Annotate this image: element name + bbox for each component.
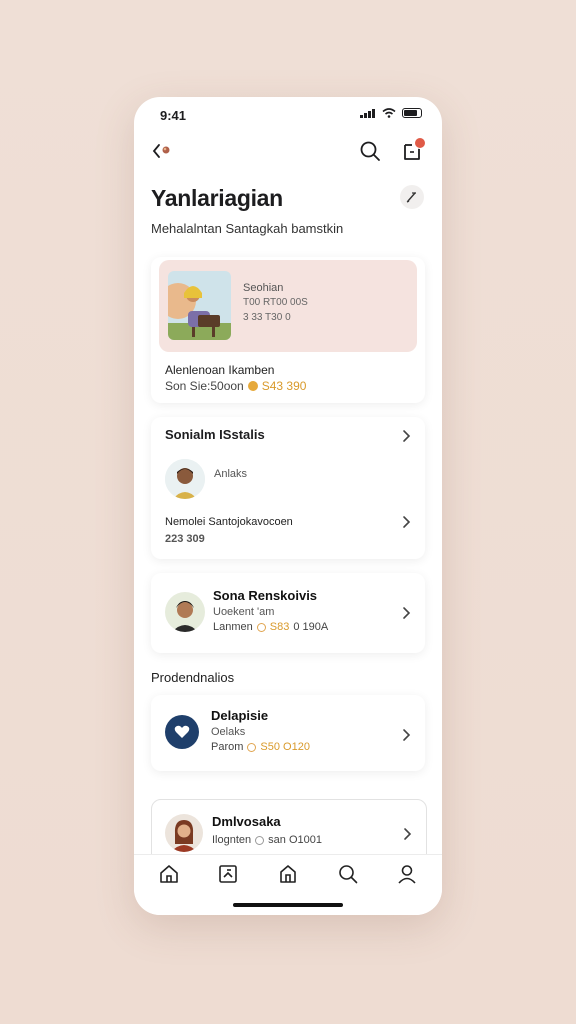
- coin-icon: [255, 835, 265, 845]
- featured-amount: S43 390: [261, 379, 307, 393]
- search-button[interactable]: [358, 139, 382, 163]
- coin-icon: [256, 622, 266, 632]
- heart-card[interactable]: Delapisie Oelaks Parom S50 O120: [151, 695, 425, 771]
- battery-icon: [402, 108, 422, 118]
- home-icon: [160, 865, 178, 883]
- chevron-right-icon: [403, 729, 411, 741]
- person-name: Sona Renskoivis: [213, 588, 318, 603]
- back-button[interactable]: [150, 139, 176, 163]
- status-bar: 9:41: [134, 97, 442, 131]
- tab-gallery[interactable]: [217, 863, 239, 885]
- tab-profile[interactable]: [396, 863, 418, 885]
- tab-search[interactable]: [337, 863, 359, 885]
- tab-home[interactable]: [158, 863, 180, 885]
- section-footer-label: Nemolei Santojokavocoen: [165, 516, 293, 528]
- person-card[interactable]: Sona Renskoivis Uoekent 'am Lanmen S83 0…: [151, 573, 425, 653]
- featured-subtitle: Son Sie:50oon S43 390: [165, 379, 306, 393]
- avatar: [165, 459, 205, 499]
- heart-avatar: [165, 715, 199, 749]
- featured-hero-name: Seohian: [243, 282, 284, 294]
- tab-bar: [134, 854, 442, 915]
- featured-illustration: [168, 271, 231, 340]
- last-card-line2-prefix: Ilognten: [212, 834, 252, 846]
- chevron-right-icon[interactable]: [401, 429, 411, 443]
- image-icon: [219, 865, 237, 883]
- chevron-right-icon[interactable]: [401, 515, 411, 529]
- avatar: [165, 814, 203, 852]
- person-line2: Lanmen S83 0 190A: [213, 621, 328, 633]
- featured-card[interactable]: Seohian T00 RT00 00S 3 33 T30 0 Alenleno…: [151, 257, 425, 403]
- heart-card-name: Delapisie: [211, 708, 269, 723]
- last-card-line2: Ilognten san O1001: [212, 834, 322, 846]
- person-line2-prefix: Lanmen: [213, 621, 253, 633]
- chevron-left-icon: [152, 144, 170, 158]
- person-line1: Uoekent 'am: [213, 606, 275, 618]
- status-icons: [360, 108, 422, 118]
- section-footer-amount: 223 309: [165, 533, 205, 545]
- search-icon: [339, 865, 358, 884]
- profile-icon: [398, 865, 416, 884]
- house-icon: [280, 865, 296, 883]
- section-card: Sonialm ISstalis Anlaks Nemolei Santojok…: [151, 417, 425, 559]
- pencil-icon: [406, 192, 416, 203]
- search-icon: [360, 141, 380, 161]
- heart-card-line2-prefix: Parom: [211, 741, 244, 753]
- section-card-title: Sonialm ISstalis: [165, 427, 265, 442]
- coin-icon: [247, 381, 258, 391]
- coin-icon: [247, 742, 257, 752]
- section-person-label: Anlaks: [214, 468, 248, 480]
- last-card-line2-suffix: san O1001: [268, 834, 322, 846]
- featured-hero-line2: 3 33 T30 0: [243, 312, 291, 323]
- edit-button[interactable]: [400, 185, 424, 209]
- chevron-right-icon: [403, 607, 411, 619]
- heart-card-line2: Parom S50 O120: [211, 741, 310, 753]
- last-card-name: Dmlvosaka: [212, 814, 281, 829]
- tab-house[interactable]: [277, 863, 299, 885]
- home-indicator: [233, 903, 343, 907]
- featured-title: Alenlenoan Ikamben: [165, 363, 275, 377]
- featured-hero: Seohian T00 RT00 00S 3 33 T30 0: [159, 260, 417, 352]
- person-line2-amount: S83: [269, 621, 290, 633]
- section-heading: Prodendnalios: [151, 670, 235, 685]
- top-bar: [134, 137, 442, 167]
- featured-hero-line1: T00 RT00 00S: [243, 297, 308, 308]
- person-line2-suffix: 0 190A: [293, 621, 329, 633]
- notification-badge: [414, 137, 426, 149]
- heart-card-line2-amount: S50 O120: [260, 741, 310, 753]
- status-time: 9:41: [160, 108, 187, 123]
- page-subtitle: Mehalalntan Santagkah bamstkin: [151, 221, 344, 236]
- avatar: [165, 592, 205, 632]
- featured-subtitle-prefix: Son Sie:50oon: [165, 379, 244, 393]
- chevron-right-icon: [404, 828, 412, 840]
- heart-icon: [174, 725, 190, 738]
- page-title: Yanlariagian: [151, 185, 283, 211]
- wifi-icon: [382, 108, 396, 118]
- notification-button[interactable]: [400, 137, 426, 163]
- heart-card-line1: Oelaks: [211, 726, 246, 738]
- signal-icon: [360, 108, 376, 118]
- phone-frame: 9:41 Yanlariagian Mehalalntan Santagkah …: [134, 97, 442, 915]
